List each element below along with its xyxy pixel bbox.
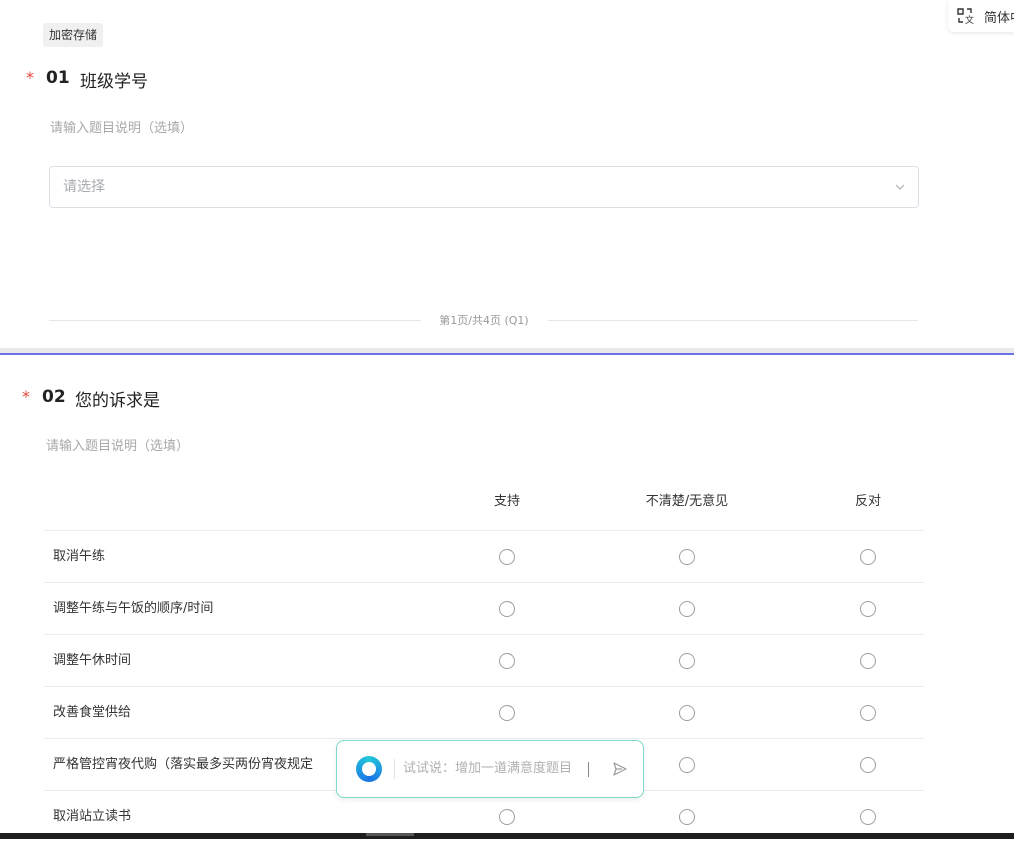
radio-neutral[interactable]	[679, 809, 695, 825]
radio-oppose[interactable]	[860, 653, 876, 669]
required-mark: *	[26, 68, 34, 87]
radio-support[interactable]	[499, 549, 515, 565]
radio-neutral[interactable]	[679, 601, 695, 617]
row-label: 取消午练	[53, 549, 106, 564]
svg-text:文: 文	[965, 14, 974, 25]
encrypted-storage-tag: 加密存储	[43, 23, 104, 47]
radio-neutral[interactable]	[679, 757, 695, 773]
radio-neutral[interactable]	[679, 653, 695, 669]
divider	[394, 759, 395, 779]
row-label: 调整午练与午饭的顺序/时间	[53, 601, 214, 616]
row-label: 改善食堂供给	[53, 705, 132, 720]
column-header-neutral: 不清楚/无意见	[645, 494, 729, 509]
radio-support[interactable]	[499, 705, 515, 721]
radio-oppose[interactable]	[860, 757, 876, 773]
matrix-row: 调整午练与午饭的顺序/时间	[44, 582, 924, 635]
matrix-row: 取消午练	[44, 530, 924, 583]
ai-input-placeholder[interactable]: 试试说：增加一道满意度题目	[403, 741, 572, 797]
question-description[interactable]: 请输入题目说明（选填）	[46, 435, 189, 454]
radio-support[interactable]	[499, 653, 515, 669]
row-label: 调整午休时间	[53, 653, 132, 668]
taskbar-segment	[366, 833, 414, 836]
row-label: 严格管控宵夜代购（落实最多买两份宵夜规定	[53, 757, 314, 772]
ai-assistant-logo-icon[interactable]	[356, 756, 382, 782]
question-description[interactable]: 请输入题目说明（选填）	[50, 117, 193, 136]
question-title[interactable]: 班级学号	[80, 67, 148, 92]
ai-assistant-input[interactable]: 试试说：增加一道满意度题目	[336, 740, 644, 798]
radio-neutral[interactable]	[679, 705, 695, 721]
question-number: 01	[46, 68, 70, 88]
required-mark: *	[22, 387, 30, 406]
text-caret	[588, 762, 589, 777]
translate-icon: 文	[957, 8, 974, 25]
page-indicator: 第1页/共4页 (Q1)	[439, 314, 529, 327]
send-icon[interactable]	[613, 762, 627, 776]
radio-oppose[interactable]	[860, 549, 876, 565]
radio-oppose[interactable]	[860, 601, 876, 617]
language-switcher[interactable]: 文 简体中	[948, 0, 1014, 32]
radio-oppose[interactable]	[860, 705, 876, 721]
chevron-down-icon	[895, 184, 905, 190]
radio-support[interactable]	[499, 809, 515, 825]
column-header-oppose: 反对	[854, 494, 881, 509]
select-placeholder: 请选择	[63, 179, 105, 195]
radio-neutral[interactable]	[679, 549, 695, 565]
radio-support[interactable]	[499, 601, 515, 617]
pager-divider-left	[49, 320, 421, 321]
radio-oppose[interactable]	[860, 809, 876, 825]
matrix-row: 调整午休时间	[44, 634, 924, 687]
question-title[interactable]: 您的诉求是	[75, 386, 160, 411]
class-number-select[interactable]: 请选择	[49, 166, 919, 208]
question-number: 02	[42, 387, 66, 407]
language-label: 简体中	[984, 10, 1014, 26]
column-header-support: 支持	[493, 494, 520, 509]
matrix-row: 改善食堂供给	[44, 686, 924, 739]
active-question-indicator	[0, 353, 1014, 355]
pager-divider-right	[548, 320, 918, 321]
taskbar	[0, 833, 1014, 839]
